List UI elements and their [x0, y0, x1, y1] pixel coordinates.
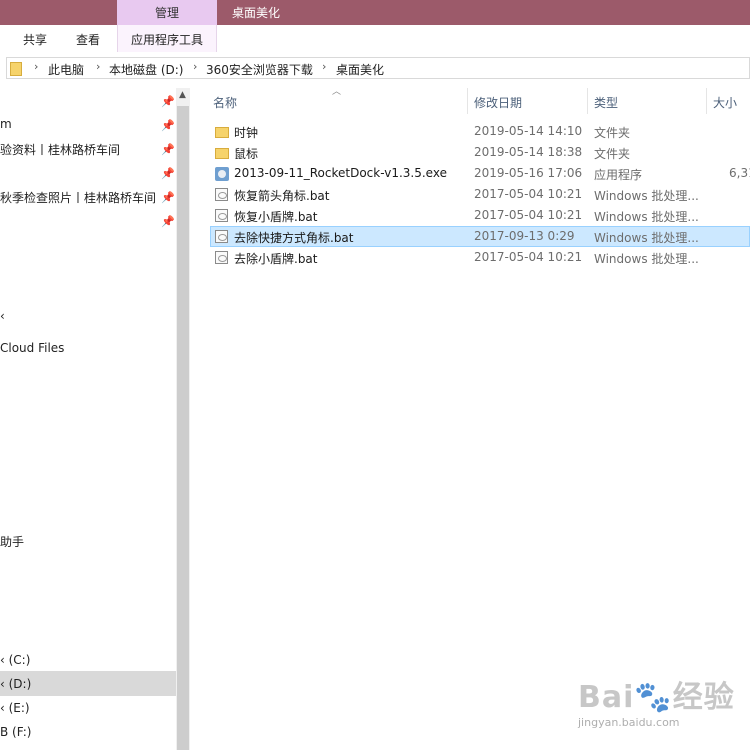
file-type: 文件夹: [594, 147, 631, 161]
nav-item-drive-d[interactable]: ‹ (D:): [0, 677, 31, 691]
pin-icon[interactable]: 📌: [161, 143, 175, 156]
batch-file-icon: [215, 230, 228, 243]
title-bar: [0, 0, 750, 25]
batch-file-icon: [215, 188, 228, 201]
breadcrumb-local-disk-d[interactable]: 本地磁盘 (D:): [109, 61, 183, 78]
pin-icon[interactable]: 📌: [161, 119, 175, 132]
tab-application-tools[interactable]: 应用程序工具: [131, 31, 203, 48]
file-type: Windows 批处理...: [594, 252, 699, 266]
sort-ascending-icon: ︿: [332, 87, 342, 97]
chevron-right-icon[interactable]: ›: [322, 60, 326, 73]
tab-view[interactable]: 查看: [76, 31, 100, 48]
file-name: 鼠标: [234, 147, 259, 161]
baidu-jingyan-watermark: Bai🐾经验 jingyan.baidu.com: [578, 672, 748, 734]
file-name: 去除快捷方式角标.bat: [234, 231, 354, 245]
chevron-right-icon[interactable]: ›: [34, 60, 38, 73]
file-date: 2019-05-14 14:10: [474, 124, 583, 138]
watermark-url: jingyan.baidu.com: [578, 716, 680, 729]
tab-share[interactable]: 共享: [23, 31, 47, 48]
column-header-type[interactable]: 类型: [594, 94, 618, 111]
breadcrumb-desktop-beautify[interactable]: 桌面美化: [336, 61, 384, 78]
nav-item-assistant[interactable]: 助手: [0, 533, 24, 550]
nav-item-quick-access-3[interactable]: 秋季检查照片丨桂林路桥车间: [0, 189, 156, 206]
file-type: Windows 批处理...: [594, 231, 699, 245]
scrollbar-thumb[interactable]: [177, 106, 189, 750]
breadcrumb-this-pc[interactable]: 此电脑: [48, 61, 84, 78]
chevron-right-icon[interactable]: ›: [193, 60, 197, 73]
pin-icon[interactable]: 📌: [161, 95, 175, 108]
file-row-selected[interactable]: 去除快捷方式角标.bat 2017-09-13 0:29 Windows 批处理…: [210, 226, 750, 247]
folder-icon: [215, 127, 229, 138]
batch-file-icon: [215, 251, 228, 264]
breadcrumb-360-downloads[interactable]: 360安全浏览器下载: [206, 61, 313, 78]
window-title: 桌面美化: [232, 6, 281, 20]
file-row[interactable]: 恢复小盾牌.bat 2017-05-04 10:21 Windows 批处理..…: [210, 205, 750, 226]
folder-icon: [215, 148, 229, 159]
column-header-date[interactable]: 修改日期: [474, 94, 522, 111]
pin-icon[interactable]: 📌: [161, 191, 175, 204]
file-type: 应用程序: [594, 168, 643, 182]
file-name: 2013-09-11_RocketDock-v1.3.5.exe: [234, 166, 447, 180]
nav-item-quick-access-1[interactable]: m: [0, 117, 12, 131]
column-divider[interactable]: [706, 88, 707, 114]
pin-icon[interactable]: 📌: [161, 167, 175, 180]
file-size: 6,31: [729, 166, 750, 180]
file-type: Windows 批处理...: [594, 189, 699, 203]
file-name: 去除小盾牌.bat: [234, 252, 318, 266]
watermark-logo: Bai🐾经验: [578, 680, 735, 715]
batch-file-icon: [215, 209, 228, 222]
file-row[interactable]: 去除小盾牌.bat 2017-05-04 10:21 Windows 批处理..…: [210, 247, 750, 268]
file-type: Windows 批处理...: [594, 210, 699, 224]
column-header-size[interactable]: 大小: [713, 94, 737, 111]
nav-item-drive-c[interactable]: ‹ (C:): [0, 653, 30, 667]
file-date: 2017-05-04 10:21: [474, 208, 583, 222]
tab-manage[interactable]: 管理: [117, 0, 217, 25]
application-icon: [215, 167, 229, 181]
file-date: 2019-05-14 18:38: [474, 145, 583, 159]
file-row[interactable]: 鼠标 2019-05-14 18:38 文件夹: [210, 142, 750, 163]
column-header-name[interactable]: 名称: [213, 94, 237, 111]
column-divider[interactable]: [587, 88, 588, 114]
nav-scrollbar[interactable]: ▲: [176, 88, 190, 750]
file-row[interactable]: 2013-09-11_RocketDock-v1.3.5.exe 2019-05…: [210, 163, 750, 184]
file-date: 2017-09-13 0:29: [474, 229, 575, 243]
ribbon-tabs: [0, 25, 750, 53]
file-name: 时钟: [234, 126, 259, 140]
folder-icon: [10, 62, 22, 76]
navigation-pane: [0, 82, 176, 750]
scroll-up-icon[interactable]: ▲: [179, 90, 186, 100]
file-name: 恢复小盾牌.bat: [234, 210, 318, 224]
chevron-right-icon[interactable]: ›: [96, 60, 100, 73]
file-name: 恢复箭头角标.bat: [234, 189, 330, 203]
nav-item-drive-e[interactable]: ‹ (E:): [0, 701, 30, 715]
nav-item-cloud-files[interactable]: Cloud Files: [0, 341, 64, 355]
column-divider[interactable]: [467, 88, 468, 114]
file-type: 文件夹: [594, 126, 631, 140]
file-date: 2017-05-04 10:21: [474, 187, 583, 201]
nav-item-quick-access-2[interactable]: 验资料丨桂林路桥车间: [0, 141, 120, 158]
nav-item-partial[interactable]: ‹: [0, 309, 5, 323]
file-row[interactable]: 时钟 2019-05-14 14:10 文件夹: [210, 121, 750, 142]
file-date: 2019-05-16 17:06: [474, 166, 583, 180]
nav-item-drive-f[interactable]: B (F:): [0, 725, 31, 739]
file-date: 2017-05-04 10:21: [474, 250, 583, 264]
file-row[interactable]: 恢复箭头角标.bat 2017-05-04 10:21 Windows 批处理.…: [210, 184, 750, 205]
pin-icon[interactable]: 📌: [161, 215, 175, 228]
